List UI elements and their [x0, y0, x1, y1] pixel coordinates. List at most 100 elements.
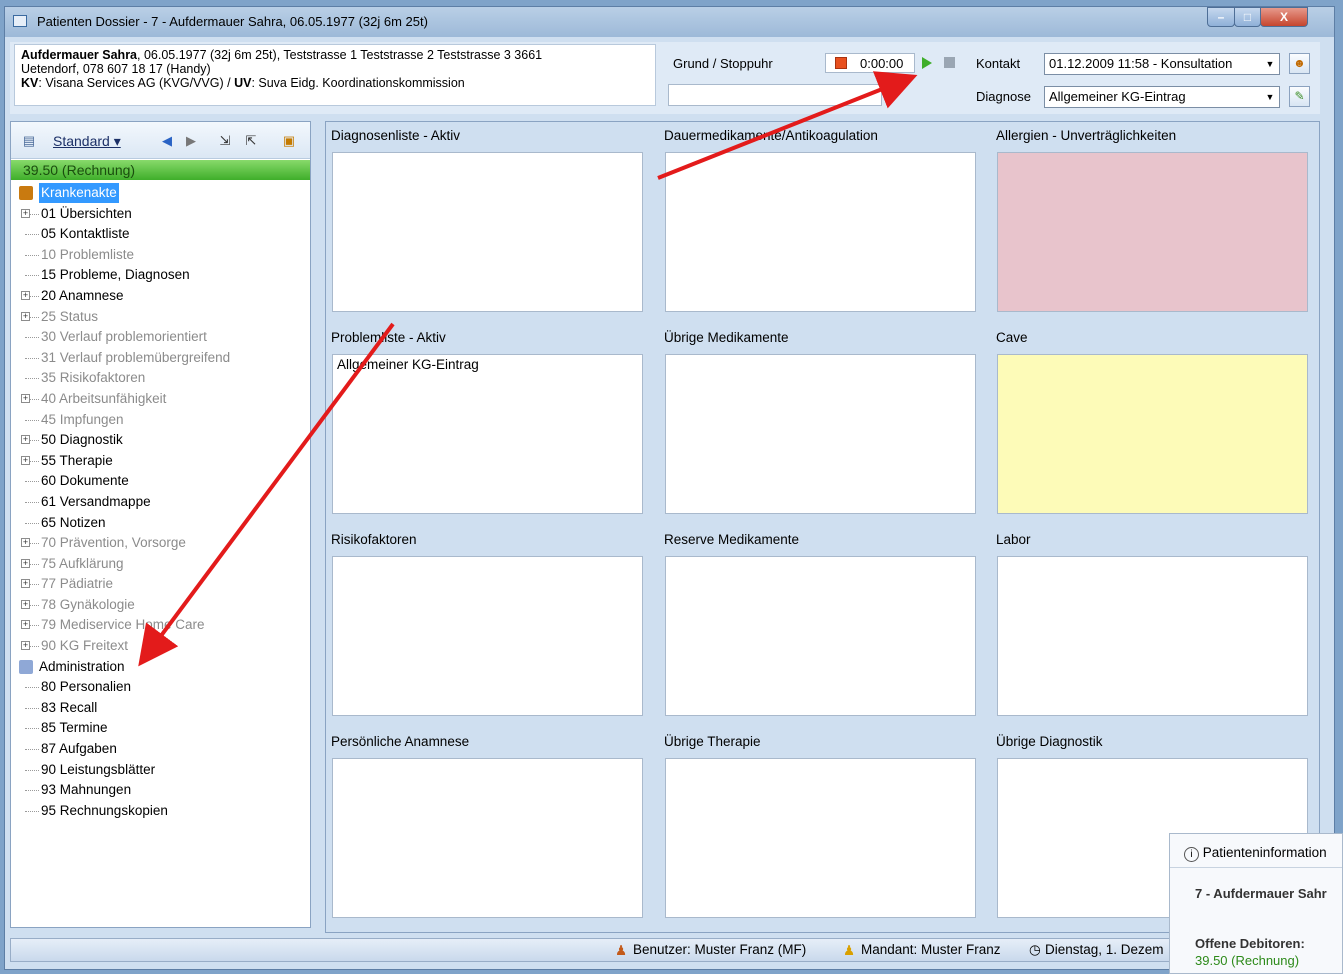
panel-entry[interactable]: Allgemeiner KG-Eintrag	[337, 357, 479, 372]
document-icon[interactable]: ▣	[281, 133, 297, 149]
overview-grid: Diagnosenliste - Aktiv Dauermedikamente/A…	[325, 121, 1320, 933]
tree-item[interactable]: 05 Kontaktliste	[11, 224, 310, 245]
status-user: Benutzer: Muster Franz (MF)	[633, 942, 807, 957]
tree-item[interactable]: 30 Verlauf problemorientiert	[11, 327, 310, 348]
panel-content[interactable]	[997, 152, 1308, 312]
record-icon[interactable]	[835, 57, 847, 69]
tree-item[interactable]: 87 Aufgaben	[11, 739, 310, 760]
tree-item[interactable]: +77 Pädiatrie	[11, 574, 310, 595]
stop-icon[interactable]	[944, 57, 955, 68]
tree-item-label: 83 Recall	[41, 699, 98, 715]
edit-icon: ✎	[1294, 89, 1305, 103]
tree-item[interactable]: 80 Personalien	[11, 677, 310, 698]
tree-item[interactable]: 65 Notizen	[11, 513, 310, 534]
panel-content[interactable]	[665, 556, 976, 716]
tree-item[interactable]: 61 Versandmappe	[11, 492, 310, 513]
status-date: Dienstag, 1. Dezem	[1045, 942, 1164, 957]
tree-item-label: 79 Mediservice Home Care	[41, 617, 205, 633]
tree-item[interactable]: 45 Impfungen	[11, 410, 310, 431]
grund-input[interactable]	[668, 84, 882, 106]
minimize-button[interactable]: –	[1207, 7, 1235, 27]
expand-icon[interactable]: +	[21, 290, 30, 300]
panel-content[interactable]	[332, 758, 643, 918]
tree-item[interactable]: +70 Prävention, Vorsorge	[11, 533, 310, 554]
tree-item[interactable]: 85 Termine	[11, 718, 310, 739]
view-selector[interactable]: Standard ▾	[53, 133, 121, 150]
patient-info-popup[interactable]: i Patienteninformation 7 - Aufdermauer S…	[1169, 833, 1343, 974]
expand-icon[interactable]: +	[21, 208, 30, 218]
tree-item[interactable]: +90 KG Freitext	[11, 636, 310, 657]
expand-icon[interactable]: +	[21, 641, 30, 651]
tree-view-icon[interactable]: ▤	[21, 133, 37, 149]
panel-content[interactable]	[665, 758, 976, 918]
panel-content[interactable]	[665, 152, 976, 312]
tree-item-label: 61 Versandmappe	[41, 493, 151, 509]
expand-icon[interactable]: +	[21, 579, 30, 589]
uv-label: UV	[234, 76, 252, 90]
tree-item[interactable]: 15 Probleme, Diagnosen	[11, 265, 310, 286]
tree-item-label: 30 Verlauf problemorientiert	[41, 329, 207, 345]
panel-title: Labor	[996, 532, 1031, 547]
diagnose-edit-button[interactable]: ✎	[1289, 86, 1310, 107]
diagnose-select[interactable]: Allgemeiner KG-Eintrag ▼	[1044, 86, 1280, 108]
tree-item[interactable]: +01 Übersichten	[11, 204, 310, 225]
tree-item[interactable]: +25 Status	[11, 307, 310, 328]
expand-icon[interactable]: +	[21, 620, 30, 630]
expand-icon[interactable]: +	[21, 455, 30, 465]
close-button[interactable]: X	[1260, 7, 1308, 27]
tree-item[interactable]: +40 Arbeitsunfähigkeit	[11, 389, 310, 410]
forward-icon[interactable]: ▶	[183, 133, 199, 149]
maximize-button[interactable]: □	[1234, 7, 1261, 27]
expand-icon[interactable]: +	[21, 599, 30, 609]
tree-item[interactable]: 83 Recall	[11, 698, 310, 719]
tree-item[interactable]: 93 Mahnungen	[11, 780, 310, 801]
expand-all-icon[interactable]: ⇲	[217, 133, 233, 149]
panel-content[interactable]	[997, 354, 1308, 514]
navigation-tree: Krankenakte +01 Übersichten 05 Kontaktlist…	[11, 183, 310, 821]
kontakt-select[interactable]: 01.12.2009 11:58 - Konsultation ▼	[1044, 53, 1280, 75]
panel-content[interactable]	[332, 152, 643, 312]
tree-item-label: 50 Diagnostik	[41, 432, 123, 448]
expand-icon[interactable]: +	[21, 435, 30, 445]
title-bar[interactable]: Patienten Dossier - 7 - Aufdermauer Sahr…	[5, 7, 1334, 37]
tree-root-krankenakte[interactable]: Krankenakte	[11, 183, 310, 204]
dropdown-arrow-icon[interactable]: ▼	[1263, 89, 1277, 105]
tree-item[interactable]: +55 Therapie	[11, 451, 310, 472]
tree-item[interactable]: +79 Mediservice Home Care	[11, 615, 310, 636]
expand-icon[interactable]: +	[21, 538, 30, 548]
tree-item-label: 55 Therapie	[41, 452, 113, 468]
play-icon[interactable]	[922, 57, 932, 69]
panel-content[interactable]	[997, 556, 1308, 716]
tree-item[interactable]: +50 Diagnostik	[11, 430, 310, 451]
panel-title: Persönliche Anamnese	[331, 734, 470, 749]
patient-name: Aufdermauer Sahra	[21, 48, 138, 62]
panel-content[interactable]	[665, 354, 976, 514]
expand-icon[interactable]: +	[21, 558, 30, 568]
tree-item[interactable]: 60 Dokumente	[11, 471, 310, 492]
balance-bar[interactable]: 39.50 (Rechnung)	[11, 160, 310, 180]
tree-item[interactable]: +78 Gynäkologie	[11, 595, 310, 616]
kv-value: : Visana Services AG (KVG/VVG) /	[38, 76, 235, 90]
tree-item-label: 70 Prävention, Vorsorge	[41, 535, 186, 551]
expand-icon[interactable]: +	[21, 311, 30, 321]
dropdown-arrow-icon[interactable]: ▼	[1263, 56, 1277, 72]
tree-item[interactable]: 35 Risikofaktoren	[11, 368, 310, 389]
tree-item[interactable]: 90 Leistungsblätter	[11, 760, 310, 781]
panel-content[interactable]	[332, 556, 643, 716]
panel-content[interactable]: Allgemeiner KG-Eintrag	[332, 354, 643, 514]
tree-item[interactable]: 31 Verlauf problemübergreifend	[11, 348, 310, 369]
tree-item[interactable]: +75 Aufklärung	[11, 554, 310, 575]
panel-title: Reserve Medikamente	[664, 532, 800, 547]
expand-icon[interactable]: +	[21, 393, 30, 403]
tree-item[interactable]: +20 Anamnese	[11, 286, 310, 307]
tree-root-administration[interactable]: Administration	[11, 657, 310, 678]
tree-item[interactable]: 95 Rechnungskopien	[11, 801, 310, 822]
popup-debitor-value: 39.50 (Rechnung)	[1195, 953, 1300, 968]
stopwatch-time: 0:00:00	[860, 56, 904, 71]
tree-item[interactable]: 10 Problemliste	[11, 245, 310, 266]
collapse-all-icon[interactable]: ⇱	[243, 133, 259, 149]
tree-item-label: 20 Anamnese	[41, 287, 124, 303]
tree-item-label: 78 Gynäkologie	[41, 596, 135, 612]
kontakt-person-button[interactable]: ☻	[1289, 53, 1310, 74]
back-icon[interactable]: ◀	[159, 133, 175, 149]
